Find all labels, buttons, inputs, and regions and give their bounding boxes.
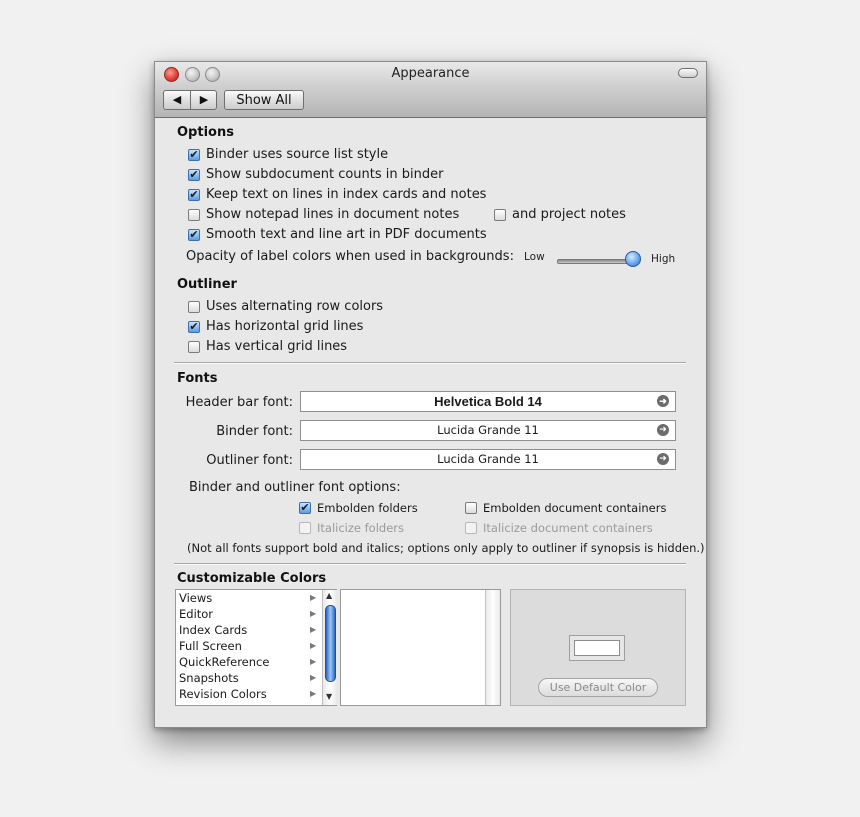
window-title: Appearance (391, 66, 470, 81)
checkbox[interactable]: ✔ (188, 228, 200, 241)
option-vertical-grid[interactable]: Has vertical grid lines (188, 339, 347, 354)
font-options-label: Binder and outliner font options: (189, 480, 401, 495)
list-item[interactable]: Snapshots (179, 671, 239, 685)
option-italicize-containers: Italicize document containers (465, 521, 653, 535)
list-scrollbar[interactable] (485, 590, 500, 705)
titlebar: Appearance ◀ ▶ Show All (155, 62, 706, 118)
disclosure-arrow-icon: ▶ (310, 689, 317, 698)
slider-high-label: High (651, 253, 676, 265)
color-category-list: Views ▶ Editor ▶ Index Cards ▶ Full Scre… (175, 589, 337, 706)
scrollbar-thumb[interactable] (325, 605, 336, 682)
color-item-list[interactable] (340, 589, 501, 706)
section-divider (174, 362, 686, 364)
list-item[interactable]: Views (179, 591, 212, 605)
header-font-field[interactable]: Helvetica Bold 14 ➜ (300, 391, 676, 412)
checkbox[interactable]: ✔ (188, 148, 200, 161)
go-arrow-icon[interactable]: ➜ (657, 453, 669, 465)
list-item[interactable]: QuickReference (179, 655, 269, 669)
use-default-color-button: Use Default Color (538, 678, 658, 697)
outliner-font-field[interactable]: Lucida Grande 11 ➜ (300, 449, 676, 470)
opacity-slider-track[interactable] (557, 259, 635, 264)
disclosure-arrow-icon: ▶ (310, 625, 317, 634)
scroll-down-arrow-icon[interactable]: ▼ (326, 692, 332, 701)
opacity-slider-knob[interactable] (625, 251, 641, 267)
forward-arrow-icon[interactable]: ▶ (191, 91, 217, 109)
option-label: Embolden document containers (483, 501, 667, 515)
back-arrow-icon[interactable]: ◀ (164, 91, 191, 109)
option-label: Binder uses source list style (206, 147, 389, 162)
checkbox[interactable]: ✔ (299, 502, 311, 514)
checkbox[interactable] (188, 208, 200, 221)
option-label: Has vertical grid lines (206, 339, 348, 354)
opacity-label: Opacity of label colors when used in bac… (186, 249, 514, 264)
show-all-button[interactable]: Show All (224, 90, 304, 110)
option-label: Embolden folders (317, 501, 418, 515)
checkbox[interactable]: ✔ (188, 320, 200, 333)
color-editor-panel: Use Default Color (510, 589, 686, 706)
option-label: Uses alternating row colors (206, 299, 384, 314)
option-embolden-containers[interactable]: Embolden document containers (465, 501, 666, 515)
disclosure-arrow-icon: ▶ (310, 609, 317, 618)
checkbox[interactable]: ✔ (188, 188, 200, 201)
list-item[interactable]: Index Cards (179, 623, 247, 637)
disclosure-arrow-icon: ▶ (310, 593, 317, 602)
option-binder-source-list[interactable]: ✔ Binder uses source list style (188, 147, 388, 162)
nav-button-group: ◀ ▶ (163, 90, 217, 110)
option-alternating-rows[interactable]: Uses alternating row colors (188, 299, 383, 314)
list-item[interactable]: Revision Colors (179, 687, 267, 701)
disclosure-arrow-icon: ▶ (310, 641, 317, 650)
font-support-note: (Not all fonts support bold and italics;… (187, 541, 705, 555)
go-arrow-icon[interactable]: ➜ (657, 395, 669, 407)
list-item[interactable]: Full Screen (179, 639, 242, 653)
outliner-heading: Outliner (177, 277, 237, 292)
go-arrow-icon[interactable]: ➜ (657, 424, 669, 436)
outliner-font-label: Outliner font: (206, 453, 293, 468)
binder-font-field[interactable]: Lucida Grande 11 ➜ (300, 420, 676, 441)
color-swatch (574, 640, 620, 656)
appearance-window: Appearance ◀ ▶ Show All Options ✔ Binder… (154, 61, 707, 728)
checkbox[interactable] (465, 502, 477, 514)
binder-font-value: Lucida Grande 11 (437, 423, 539, 437)
option-italicize-folders: Italicize folders (299, 521, 404, 535)
option-horizontal-grid[interactable]: ✔ Has horizontal grid lines (188, 319, 363, 334)
option-label: Smooth text and line art in PDF document… (206, 227, 487, 242)
option-keep-text-on-lines[interactable]: ✔ Keep text on lines in index cards and … (188, 187, 486, 202)
option-label: and project notes (512, 207, 626, 222)
checkbox (465, 522, 477, 534)
disclosure-arrow-icon: ▶ (310, 657, 317, 666)
checkbox[interactable] (188, 340, 200, 353)
slider-low-label: Low (524, 251, 545, 263)
checkbox (299, 522, 311, 534)
option-label: Show subdocument counts in binder (206, 167, 444, 182)
checkbox[interactable]: ✔ (188, 168, 200, 181)
option-smooth-text[interactable]: ✔ Smooth text and line art in PDF docume… (188, 227, 487, 242)
option-project-notes[interactable]: and project notes (494, 207, 626, 222)
option-label: Italicize document containers (483, 521, 653, 535)
binder-font-label: Binder font: (216, 424, 293, 439)
disclosure-arrow-icon: ▶ (310, 673, 317, 682)
colors-heading: Customizable Colors (177, 571, 327, 586)
checkbox[interactable] (188, 300, 200, 313)
toolbar-toggle-button[interactable] (678, 68, 698, 78)
list-item[interactable]: Editor (179, 607, 213, 621)
option-label: Has horizontal grid lines (206, 319, 364, 334)
options-heading: Options (177, 125, 234, 140)
header-font-value: Helvetica Bold 14 (434, 394, 542, 409)
option-label: Keep text on lines in index cards and no… (206, 187, 487, 202)
header-font-label: Header bar font: (185, 395, 293, 410)
option-label: Italicize folders (317, 521, 404, 535)
option-label: Show notepad lines in document notes (206, 207, 460, 222)
list-scrollbar[interactable]: ▲ ▼ (322, 590, 337, 705)
color-well[interactable] (569, 635, 625, 661)
option-notepad-lines[interactable]: Show notepad lines in document notes (188, 207, 459, 222)
fonts-heading: Fonts (177, 371, 218, 386)
section-divider (174, 563, 686, 565)
scroll-up-arrow-icon[interactable]: ▲ (326, 591, 332, 600)
option-embolden-folders[interactable]: ✔ Embolden folders (299, 501, 418, 515)
option-subdocument-counts[interactable]: ✔ Show subdocument counts in binder (188, 167, 443, 182)
outliner-font-value: Lucida Grande 11 (437, 452, 539, 466)
checkbox[interactable] (494, 208, 506, 221)
